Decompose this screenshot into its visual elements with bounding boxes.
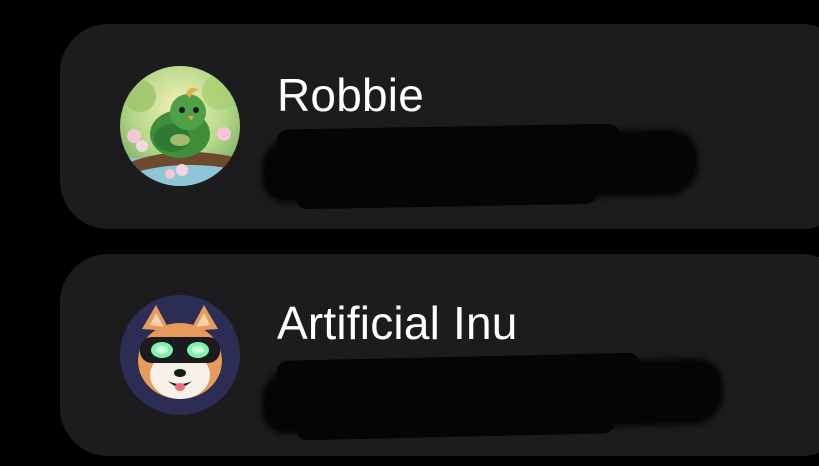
bird-avatar-icon <box>120 66 240 186</box>
contact-card-artificial-inu[interactable]: Artificial Inu <box>60 254 819 456</box>
redacted-subtitle <box>264 132 696 200</box>
redacted-subtitle <box>264 360 721 432</box>
shiba-dog-avatar-icon <box>120 295 240 415</box>
contact-card-robbie[interactable]: Robbie <box>60 24 819 229</box>
contact-list: Robbie Artificial Inu <box>0 0 819 466</box>
contact-name: Robbie <box>277 69 424 121</box>
contact-name: Artificial Inu <box>277 297 518 349</box>
